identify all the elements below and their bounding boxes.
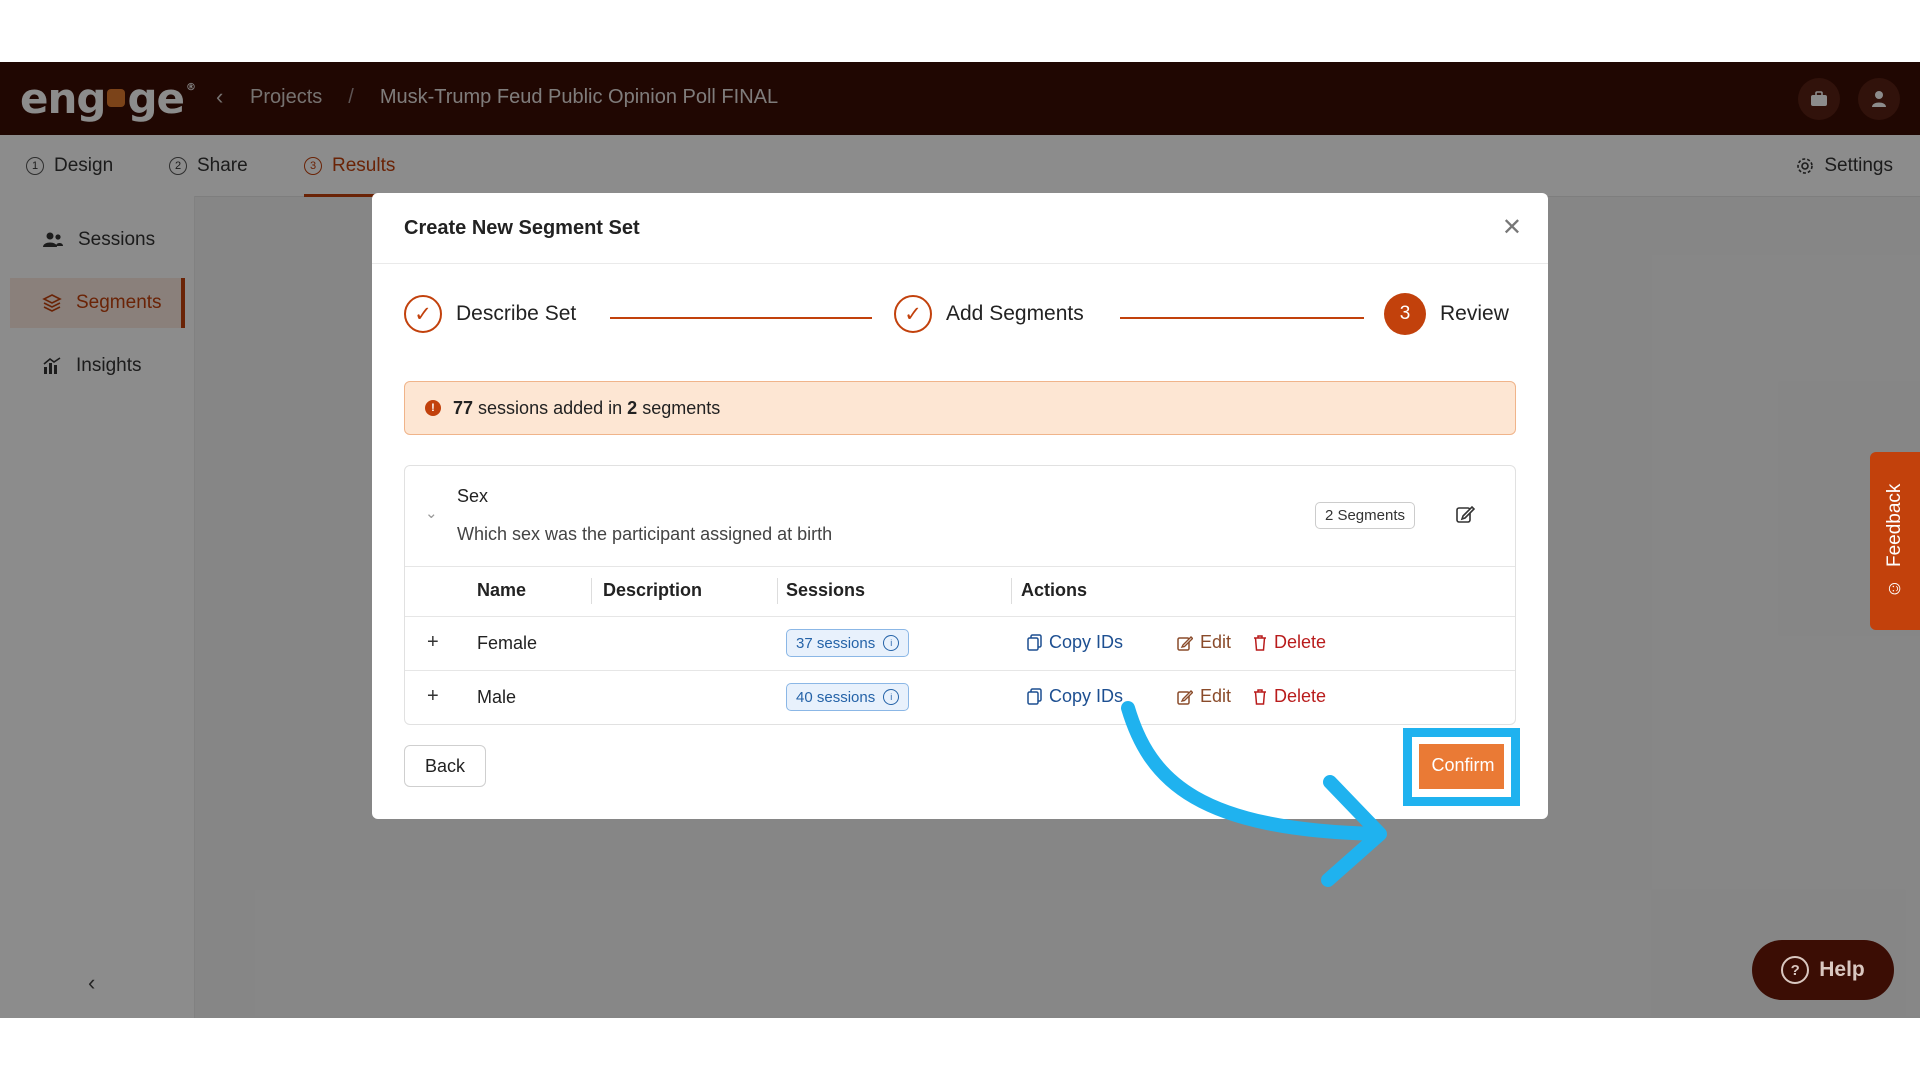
column-divider xyxy=(1011,578,1012,604)
edit-segment-icon[interactable] xyxy=(1455,504,1476,530)
copy-icon xyxy=(1027,634,1042,651)
column-header-description: Description xyxy=(603,580,703,600)
delete-row-button[interactable]: Delete xyxy=(1253,632,1326,653)
feedback-label: Feedback xyxy=(1884,483,1905,568)
step-label: Describe Set xyxy=(456,302,577,325)
step-label: Add Segments xyxy=(946,302,1084,325)
info-icon: i xyxy=(883,689,900,705)
column-divider xyxy=(777,578,778,604)
column-header-actions: Actions xyxy=(1021,580,1088,600)
trash-icon xyxy=(1254,634,1266,651)
alert-text: 77 sessions added in 2 segments xyxy=(453,398,720,419)
row-name: Male xyxy=(477,687,517,707)
alert-text-mid: sessions added in xyxy=(478,397,623,418)
table-header: Name Description Sessions Actions xyxy=(405,566,1515,617)
sessions-badge-label: 40 sessions xyxy=(796,688,876,706)
chevron-down-icon[interactable]: ⌄ xyxy=(425,504,438,522)
copy-ids-button[interactable]: Copy IDs xyxy=(1027,686,1123,707)
app-window: eng ge ® ‹ Projects / Musk-Trump Feud Publ… xyxy=(0,62,1920,1018)
edit-row-button[interactable]: Edit xyxy=(1177,632,1231,653)
info-icon: i xyxy=(883,635,900,651)
step-number: 3 xyxy=(1384,293,1426,335)
segment-header: ⌄ Sex Which sex was the participant assi… xyxy=(405,466,1515,567)
back-button[interactable]: Back xyxy=(404,745,486,787)
sessions-badge[interactable]: 37 sessions i xyxy=(786,629,910,657)
row-name: Female xyxy=(477,633,538,653)
table-row: + Female 37 sessions i Copy IDs Edit Del… xyxy=(405,617,1515,671)
segments-count-badge: 2 Segments xyxy=(1314,502,1415,529)
feedback-tab[interactable]: ☺ Feedback xyxy=(1870,452,1920,630)
copy-icon xyxy=(1027,688,1042,705)
segment-card: ⌄ Sex Which sex was the participant assi… xyxy=(404,465,1516,725)
help-button[interactable]: ? Help xyxy=(1752,940,1894,1000)
tutorial-arrow-icon xyxy=(1121,701,1387,887)
step-describe-set: ✓ Describe Set xyxy=(404,295,576,333)
expand-row-icon[interactable]: + xyxy=(427,685,439,708)
copy-ids-label: Copy IDs xyxy=(1049,632,1124,652)
check-icon: ✓ xyxy=(894,295,932,333)
segment-name: Sex xyxy=(457,486,489,506)
sessions-badge-label: 37 sessions xyxy=(796,634,876,652)
step-label: Review xyxy=(1440,302,1509,325)
info-icon: ! xyxy=(425,400,441,416)
feedback-tab-content: ☺ Feedback xyxy=(1884,484,1906,599)
edit-label: Edit xyxy=(1200,632,1232,652)
step-connector xyxy=(610,317,872,319)
column-header-name: Name xyxy=(477,580,527,600)
alert-text-end: segments xyxy=(642,397,721,418)
step-add-segments: ✓ Add Segments xyxy=(894,295,1084,333)
modal-title: Create New Segment Set xyxy=(404,217,640,239)
expand-row-icon[interactable]: + xyxy=(427,631,439,654)
sessions-badge[interactable]: 40 sessions i xyxy=(786,683,910,711)
column-divider xyxy=(591,578,592,604)
close-icon[interactable]: ✕ xyxy=(1502,213,1522,242)
delete-label: Delete xyxy=(1274,632,1327,652)
edit-icon xyxy=(1177,635,1193,651)
step-connector xyxy=(1120,317,1364,319)
column-header-sessions: Sessions xyxy=(786,580,866,600)
question-icon: ? xyxy=(1781,956,1810,984)
segment-description: Which sex was the participant assigned a… xyxy=(457,524,833,544)
help-label: Help xyxy=(1819,958,1865,981)
alert-segment-count: 2 xyxy=(627,397,638,418)
smile-icon: ☺ xyxy=(1884,579,1905,599)
info-alert: ! 77 sessions added in 2 segments xyxy=(404,381,1516,435)
copy-ids-button[interactable]: Copy IDs xyxy=(1027,632,1123,653)
check-icon: ✓ xyxy=(404,295,442,333)
alert-session-count: 77 xyxy=(453,397,474,418)
modal-header: Create New Segment Set ✕ xyxy=(372,193,1548,264)
confirm-button[interactable]: Confirm xyxy=(1415,741,1511,789)
step-review: 3 Review xyxy=(1384,293,1509,335)
